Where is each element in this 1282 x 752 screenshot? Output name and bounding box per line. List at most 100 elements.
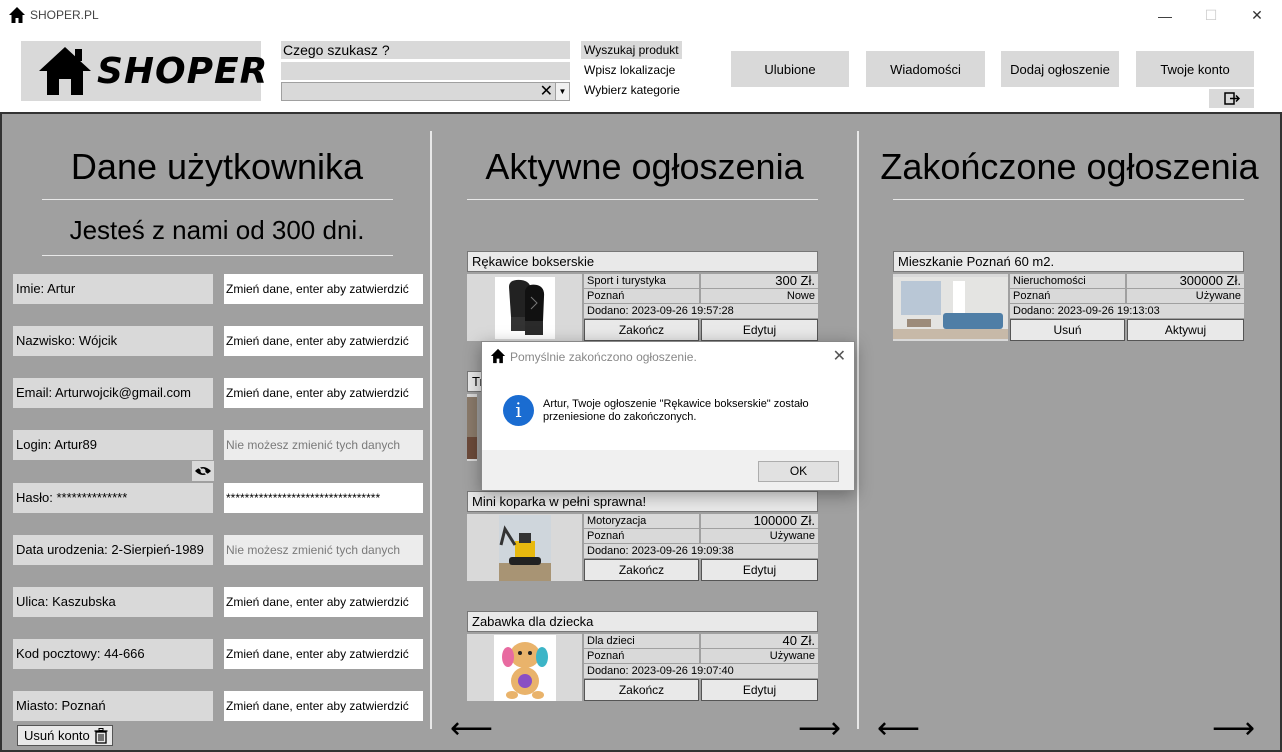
minimize-button[interactable]: — [1142,0,1188,31]
remove-listing-button[interactable]: Usuń [1010,319,1125,341]
toggle-password-button[interactable] [192,461,214,481]
listing-category: Sport i turystyka [584,274,699,288]
add-listing-button[interactable]: Dodaj ogłoszenie [1001,51,1119,87]
category-select[interactable]: ✕ ▼ [281,82,570,101]
trash-icon [94,727,108,744]
field-label: Miasto: Poznań [13,691,213,721]
listing-category: Nieruchomości [1010,274,1125,288]
favorites-button[interactable]: Ulubione [731,51,849,87]
category-label: Wybierz kategorie [584,83,680,97]
listing-date: Dodano: 2023-09-26 19:07:40 [584,664,818,678]
listing-title[interactable]: Mini koparka w pełni sprawna! [467,491,818,512]
listing-title[interactable]: Zabawka dla dziecka [467,611,818,632]
listing-image[interactable] [467,274,582,341]
dialog-message: Artur, Twoje ogłoszenie "Rękawice bokser… [543,398,843,424]
toy-dog-image [493,634,556,701]
end-listing-button[interactable]: Zakończ [584,679,699,701]
listing-image[interactable] [467,634,582,701]
house-icon [490,348,506,364]
chevron-down-icon[interactable]: ▼ [555,83,569,100]
dialog-close-icon[interactable]: ✕ [833,346,846,366]
edit-listing-button[interactable]: Edytuj [701,559,818,581]
edit-field-input[interactable]: ********************************* [224,483,423,513]
edit-field-input[interactable]: Zmień dane, enter aby zatwierdzić [224,274,423,304]
listing-category: Dla dzieci [584,634,699,648]
active-prev-arrow[interactable]: ⟵ [450,714,493,744]
listing-date: Dodano: 2023-09-26 19:57:28 [584,304,818,318]
delete-account-label: Usuń konto [24,728,90,743]
edit-field-input[interactable]: Zmień dane, enter aby zatwierdzić [224,587,423,617]
divider [467,199,818,200]
clear-icon[interactable]: ✕ [540,81,553,101]
title-bar: SHOPER.PL — ☐ ✕ [0,0,1282,31]
member-since-text: Jesteś z nami od 300 dni. [69,215,365,245]
location-input[interactable] [281,62,570,80]
listing-title[interactable]: Rękawice bokserskie [467,251,818,272]
listing-image[interactable] [467,514,582,581]
end-listing-button[interactable]: Zakończ [584,319,699,341]
excavator-image [498,514,551,581]
listing-image[interactable] [893,274,1008,341]
messages-button[interactable]: Wiadomości [866,51,985,87]
field-label: Email: Arturwojcik@gmail.com [13,378,213,408]
logo-text: SHOPER [97,51,269,92]
field-label: Data urodzenia: 2-Sierpień-1989 [13,535,213,565]
apartment-image [893,276,1008,339]
divider [893,199,1244,200]
field-label: Imie: Artur [13,274,213,304]
listing-condition: Używane [1127,289,1244,303]
field-label: Ulica: Kaszubska [13,587,213,617]
end-listing-button[interactable]: Zakończ [584,559,699,581]
eye-slash-icon [195,465,211,477]
listing-date: Dodano: 2023-09-26 19:09:38 [584,544,818,558]
edit-field-input[interactable]: Zmień dane, enter aby zatwierdzić [224,326,423,356]
house-logo-icon [39,47,91,95]
listing-card: Mieszkanie Poznań 60 m2. Nieruchomości 300… [893,251,1244,343]
account-button[interactable]: Twoje konto [1136,51,1254,87]
listing-condition: Używane [701,529,818,543]
column-separator [857,131,859,729]
maximize-button[interactable]: ☐ [1188,0,1234,31]
activate-listing-button[interactable]: Aktywuj [1127,319,1244,341]
locked-field-input: Nie możesz zmienić tych danych [224,430,423,460]
field-label: Kod pocztowy: 44-666 [13,639,213,669]
listing-category: Motoryzacja [584,514,699,528]
boxing-gloves-image [494,276,555,339]
edit-listing-button[interactable]: Edytuj [701,319,818,341]
user-data-title: Dane użytkownika [70,146,364,187]
field-label: Nazwisko: Wójcik [13,326,213,356]
success-dialog: Pomyślnie zakończono ogłoszenie. ✕ i Art… [481,341,855,491]
search-input[interactable]: Czego szukasz ? [281,41,570,59]
edit-listing-button[interactable]: Edytuj [701,679,818,701]
column-separator [430,131,432,729]
listing-card: Zabawka dla dziecka Dla dzieci 40 Zł. Pozna… [467,611,818,703]
finished-next-arrow[interactable]: ⟶ [1212,714,1255,744]
close-window-button[interactable]: ✕ [1234,0,1280,31]
ok-button[interactable]: OK [758,461,839,482]
divider [42,199,393,200]
active-next-arrow[interactable]: ⟶ [798,714,841,744]
logout-button[interactable] [1209,89,1254,108]
listing-condition: Nowe [701,289,818,303]
listing-image[interactable] [467,394,477,461]
dialog-footer: OK [482,450,854,490]
dialog-message-line: Artur, Twoje ogłoszenie "Rękawice bokser… [543,398,809,410]
listing-price: 300 Zł. [701,274,818,288]
edit-field-input[interactable]: Zmień dane, enter aby zatwierdzić [224,691,423,721]
listing-price: 300000 Zł. [1127,274,1244,288]
listing-title[interactable]: Mieszkanie Poznań 60 m2. [893,251,1244,272]
delete-account-button[interactable]: Usuń konto [17,725,113,746]
edit-field-input[interactable]: Zmień dane, enter aby zatwierdzić [224,639,423,669]
finished-prev-arrow[interactable]: ⟵ [877,714,920,744]
logout-icon [1223,92,1240,105]
listing-city: Poznań [1010,289,1125,303]
header: SHOPER Czego szukasz ? ✕ ▼ Wyszukaj prod… [0,31,1282,112]
edit-field-input[interactable]: Zmień dane, enter aby zatwierdzić [224,378,423,408]
listing-city: Poznań [584,649,699,663]
search-product-label[interactable]: Wyszukaj produkt [581,41,682,59]
listing-card: Rękawice bokserskie Sport i turystyka 300 … [467,251,818,343]
logo[interactable]: SHOPER [21,41,267,101]
field-label: Login: Artur89 [13,430,213,460]
listing-date: Dodano: 2023-09-26 19:13:03 [1010,304,1244,318]
listing-price: 100000 Zł. [701,514,818,528]
